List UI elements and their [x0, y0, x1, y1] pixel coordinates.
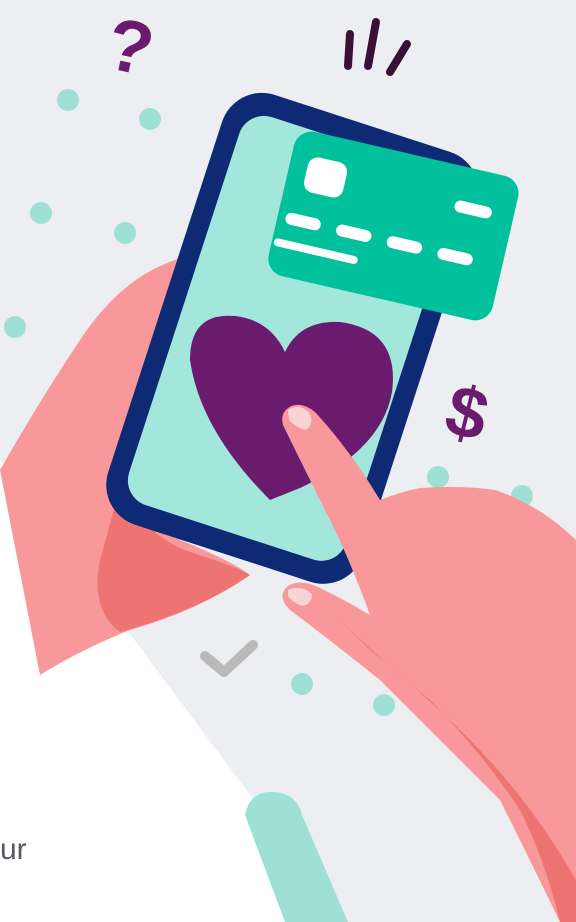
- cut-off-text: ur: [0, 833, 27, 866]
- illustration-canvas: ? $ ur: [0, 0, 576, 922]
- payment-illustration: ? $: [0, 0, 576, 922]
